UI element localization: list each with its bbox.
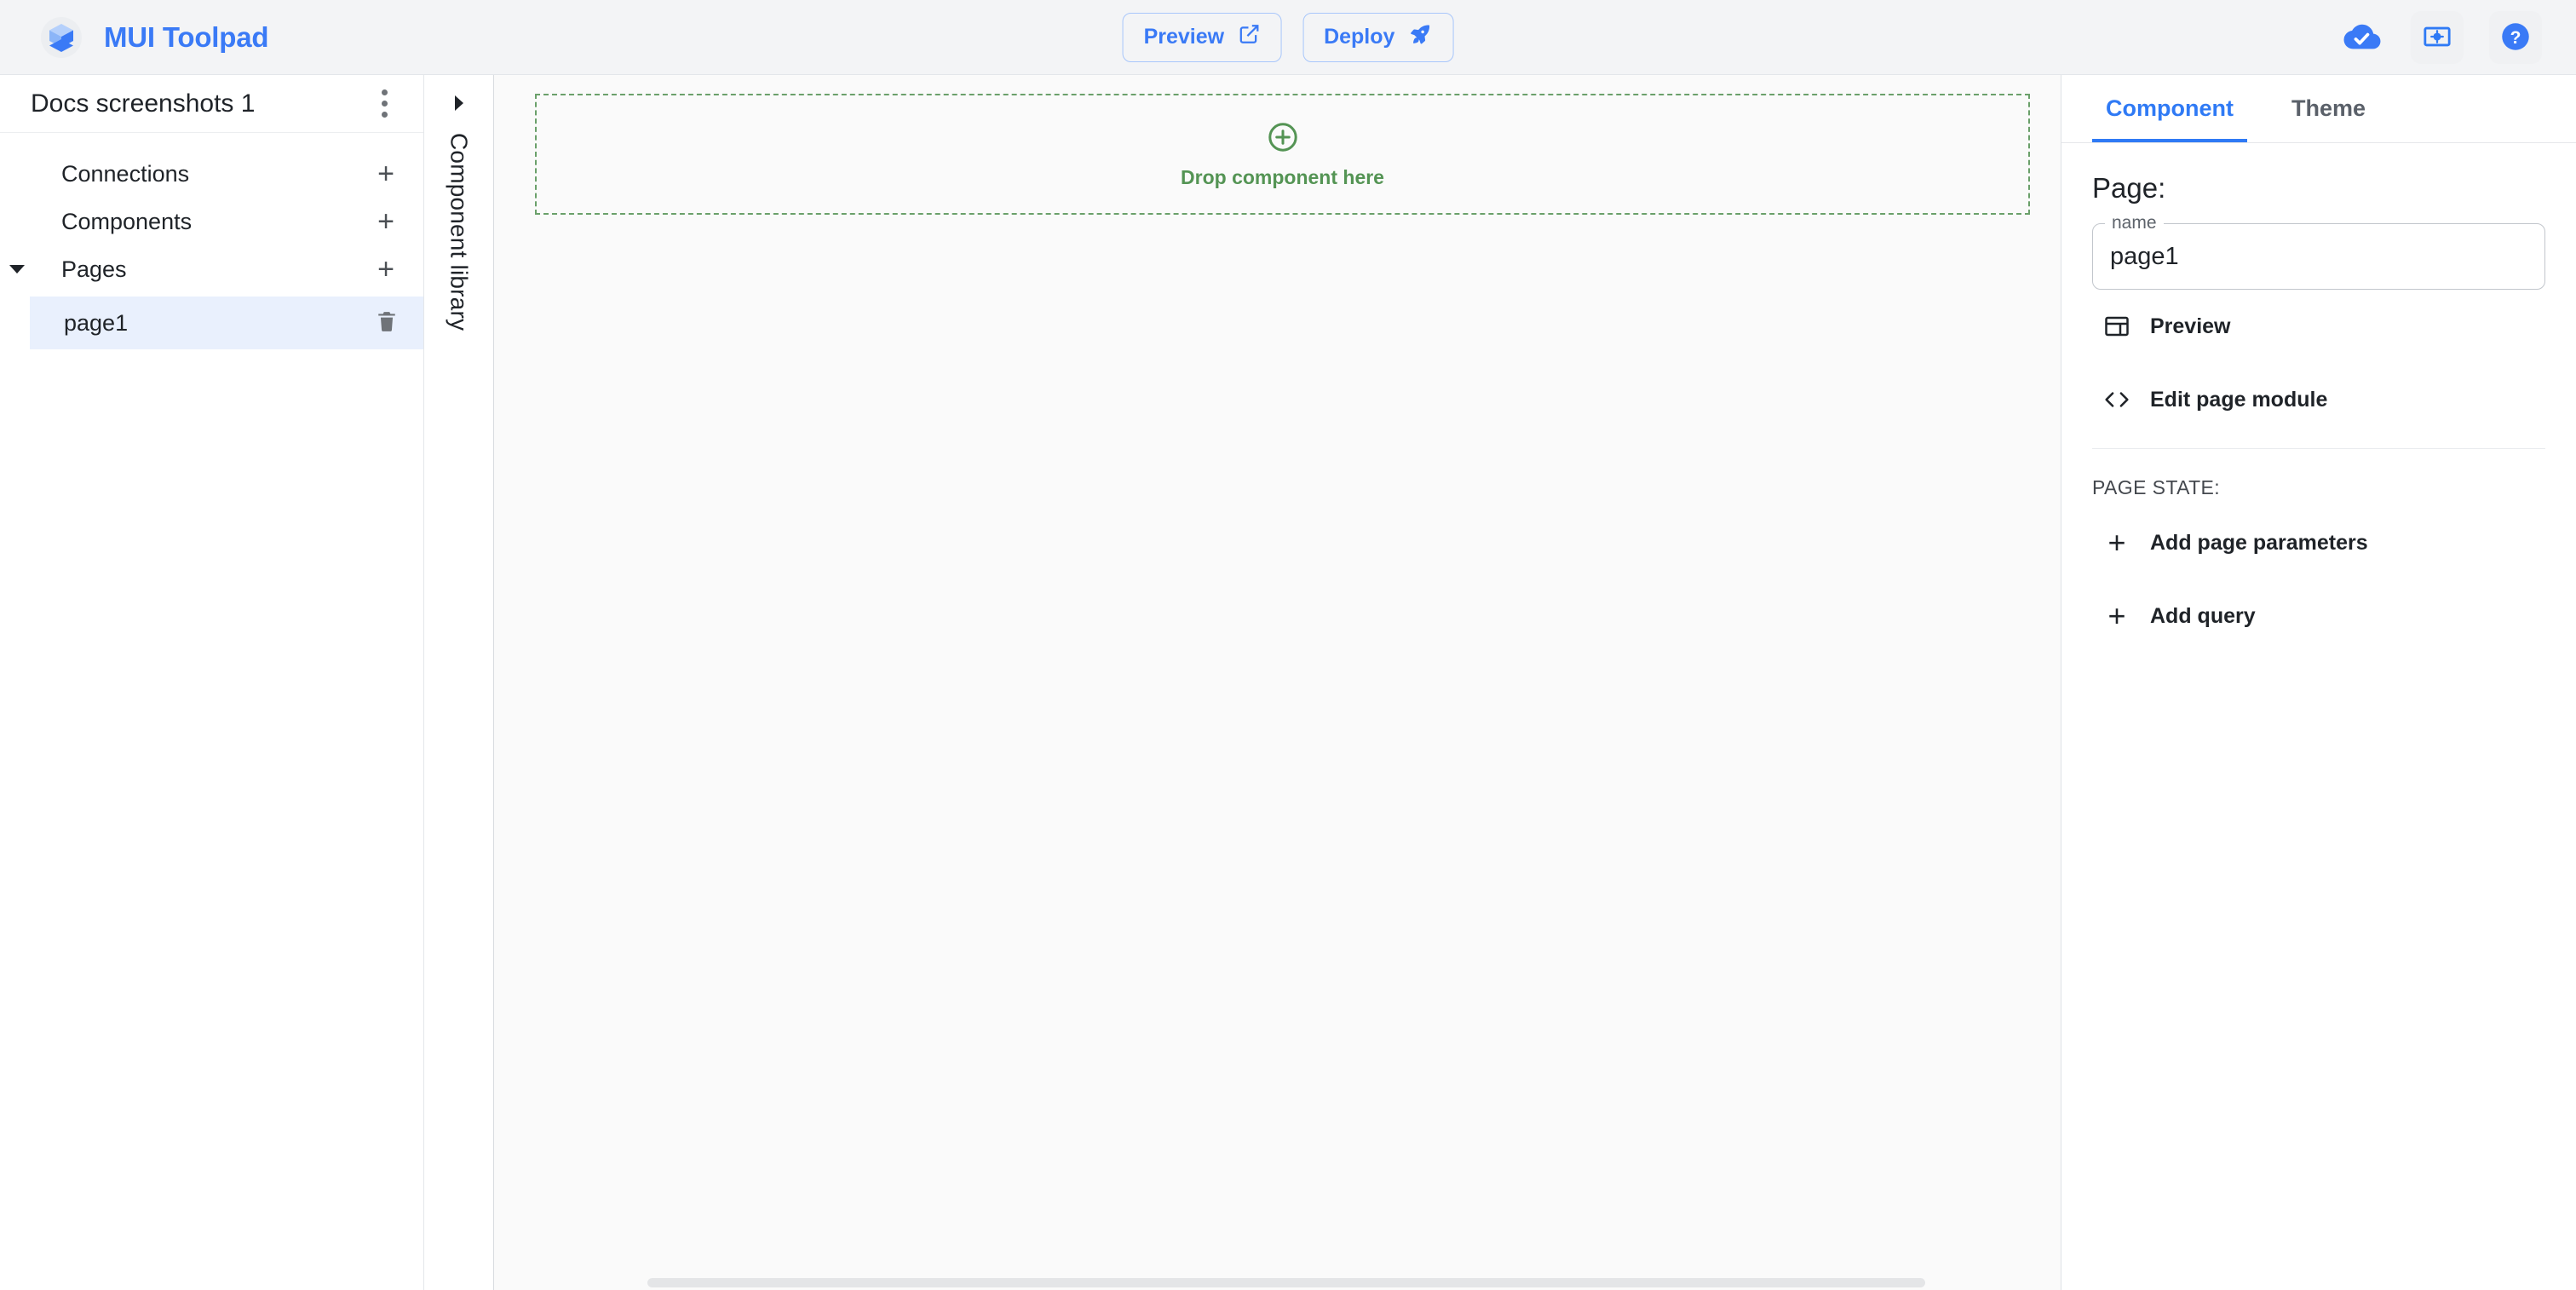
edit-page-module-action-label: Edit page module [2150,387,2328,412]
canvas-surface[interactable]: Drop component here [494,75,2061,1290]
web-layout-icon [2102,312,2131,341]
brand-name: MUI Toolpad [104,20,269,53]
tree-node-components[interactable]: Components + [0,198,423,245]
caret-right-icon[interactable] [454,95,463,111]
deploy-button[interactable]: Deploy [1302,12,1454,62]
more-vertical-icon[interactable] [375,83,394,124]
code-brackets-icon [2102,385,2131,414]
rocket-icon [1408,22,1432,52]
deploy-button-label: Deploy [1324,25,1395,49]
inspector-content: Page: name page1 Preview Edit page modul… [2061,143,2576,653]
tree-node-pages-label: Pages [61,256,127,282]
project-title: Docs screenshots 1 [31,89,256,118]
app-body: Docs screenshots 1 Connections + Compone… [0,75,2576,1290]
page-title: Page: [2092,172,2166,204]
explorer-panel: Docs screenshots 1 Connections + Compone… [0,75,424,1290]
page-name-field[interactable]: name page1 [2092,213,2545,290]
add-page-parameters-action[interactable]: + Add page parameters [2092,506,2545,579]
inspector-divider [2092,448,2545,449]
preview-page-action[interactable]: Preview [2092,290,2545,363]
tree-node-pages[interactable]: Pages + [0,245,423,293]
page-name-field-label: name [2105,213,2164,233]
tab-component[interactable]: Component [2092,75,2247,142]
theme-toggle-button[interactable] [2411,11,2464,64]
edit-page-module-action[interactable]: Edit page module [2092,363,2545,436]
add-page-parameters-label: Add page parameters [2150,530,2368,555]
component-library-rail[interactable]: Component library [424,75,494,1290]
open-in-new-icon [1238,23,1260,51]
explorer-tree: Connections + Components + Pages + page1 [0,133,423,349]
page-canvas: Drop component here [494,75,2061,1290]
cloud-done-icon [2339,14,2385,60]
drop-component-label: Drop component here [1181,165,1384,188]
component-library-label: Component library [446,133,473,331]
preview-button[interactable]: Preview [1122,12,1282,62]
tab-theme[interactable]: Theme [2278,75,2379,142]
plus-icon: + [2107,598,2126,633]
canvas-horizontal-scrollbar[interactable] [494,1275,2061,1290]
tree-node-connections[interactable]: Connections + [0,150,423,198]
header-actions: Preview Deploy [1122,12,1454,62]
page-state-caption: PAGE STATE: [2092,476,2221,498]
brand: MUI Toolpad [0,16,269,58]
app-root: MUI Toolpad Preview Deploy ? Docs screen… [0,0,2576,1290]
page-name-field-value: page1 [2110,242,2179,270]
add-query-action[interactable]: + Add query [2092,579,2545,653]
preview-button-label: Preview [1143,25,1225,49]
add-page-icon[interactable]: + [377,255,394,284]
plus-circle-icon [1266,120,1300,154]
tree-node-connections-label: Connections [61,160,190,187]
sidebar-item-page1-label: page1 [64,309,129,336]
preview-page-action-label: Preview [2150,314,2231,338]
add-component-icon[interactable]: + [377,207,394,236]
inspector-panel: Component Theme Page: name page1 Preview… [2061,75,2576,1290]
help-circle-icon: ? [2500,21,2531,55]
plus-icon: + [2107,525,2126,560]
help-button[interactable]: ? [2489,11,2542,64]
add-connection-icon[interactable]: + [377,159,394,188]
add-query-label: Add query [2150,603,2256,628]
svg-text:?: ? [2510,27,2521,47]
tree-node-components-label: Components [61,208,193,234]
header-status-icons: ? [2339,0,2542,75]
brightness-panel-icon [2423,22,2452,54]
drop-component-zone[interactable]: Drop component here [535,94,2030,215]
explorer-header: Docs screenshots 1 [0,75,423,133]
inspector-tabs: Component Theme [2061,75,2576,143]
trash-icon[interactable] [376,309,398,337]
caret-down-icon[interactable] [0,265,34,274]
mui-toolpad-logo-icon [41,16,82,58]
app-header: MUI Toolpad Preview Deploy ? [0,0,2576,75]
canvas-scrollbar-thumb[interactable] [647,1278,1925,1287]
sidebar-item-page1[interactable]: page1 [30,297,423,349]
